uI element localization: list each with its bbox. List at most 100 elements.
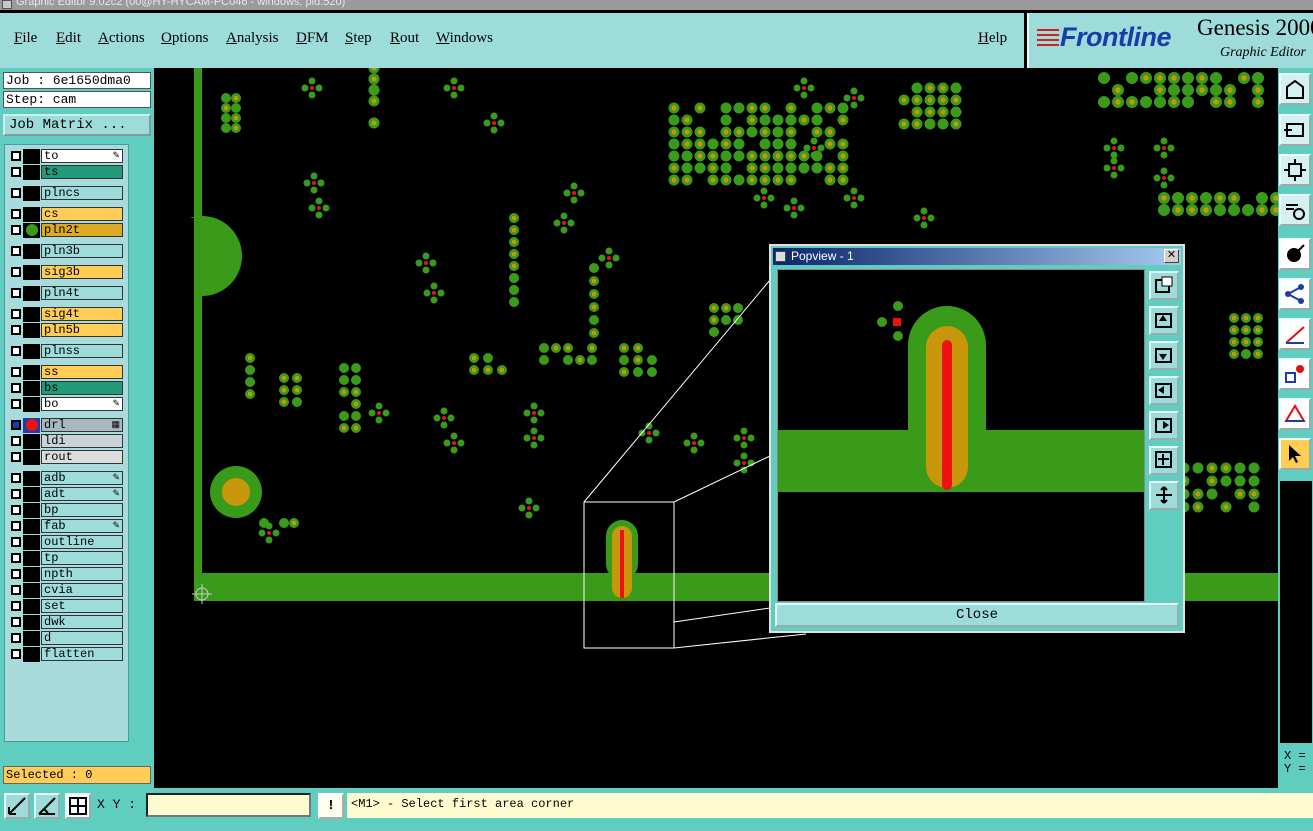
layer-color-swatch[interactable] (23, 471, 40, 486)
layer-color-swatch[interactable] (23, 397, 40, 412)
tool-line-button[interactable] (1279, 318, 1311, 350)
layer-row[interactable]: pln3b (5, 244, 128, 259)
layer-checkbox[interactable] (11, 585, 21, 595)
layer-name[interactable]: plncs (41, 186, 123, 200)
layer-checkbox[interactable] (11, 325, 21, 335)
layer-color-swatch[interactable] (23, 244, 40, 259)
layer-checkbox[interactable] (11, 436, 21, 446)
layer-row[interactable]: bp (5, 503, 128, 518)
layer-color-swatch[interactable] (23, 434, 40, 449)
layer-name[interactable]: rout (41, 450, 123, 464)
menu-actions[interactable]: Actions (98, 30, 145, 47)
layer-name[interactable]: npth (41, 567, 123, 581)
layer-row[interactable]: outline (5, 535, 128, 550)
layer-row[interactable]: bo ✎ (5, 397, 128, 412)
layer-name[interactable]: pln3b (41, 244, 123, 258)
layer-color-swatch[interactable] (23, 551, 40, 566)
layer-name[interactable]: bs (41, 381, 123, 395)
tool-home-button[interactable] (1279, 73, 1311, 105)
menu-analysis[interactable]: Analysis (226, 30, 279, 47)
layer-name[interactable]: ss (41, 365, 123, 379)
tool-measure-button[interactable] (1279, 194, 1311, 226)
zoom-area-button[interactable] (4, 793, 30, 819)
popview-zoom-in-button[interactable] (1149, 446, 1179, 475)
layer-name[interactable]: drl ▦ (41, 418, 123, 432)
tool-select-button[interactable] (1279, 438, 1311, 470)
layer-checkbox[interactable] (11, 151, 21, 161)
layer-color-swatch[interactable] (23, 487, 40, 502)
layer-checkbox[interactable] (11, 399, 21, 409)
layer-name[interactable]: bp (41, 503, 123, 517)
popview-title-bar[interactable]: Popview - 1 ✕ (773, 248, 1181, 265)
menu-options[interactable]: Options (161, 30, 209, 47)
layer-checkbox[interactable] (11, 267, 21, 277)
layer-color-swatch[interactable] (23, 265, 40, 280)
popview-pan-right-button[interactable] (1149, 411, 1179, 440)
layer-row[interactable]: drl ▦ (5, 418, 128, 433)
layer-color-swatch[interactable] (23, 418, 40, 433)
close-icon[interactable]: ✕ (1164, 249, 1179, 263)
layer-name[interactable]: dwk (41, 615, 123, 629)
layer-name[interactable]: sig4t (41, 307, 123, 321)
job-matrix-button[interactable]: Job Matrix ... (3, 114, 151, 136)
tool-layer-button[interactable] (1279, 114, 1311, 146)
layer-checkbox[interactable] (11, 167, 21, 177)
layer-checkbox[interactable] (11, 649, 21, 659)
layer-color-swatch[interactable] (23, 286, 40, 301)
layer-color-swatch[interactable] (23, 223, 40, 238)
layer-name[interactable]: ts (41, 165, 123, 179)
layer-row[interactable]: ss (5, 365, 128, 380)
layer-color-swatch[interactable] (23, 307, 40, 322)
layer-row[interactable]: d (5, 631, 128, 646)
layer-row[interactable]: sig3b (5, 265, 128, 280)
popview-canvas[interactable] (777, 269, 1145, 602)
layer-row[interactable]: cs (5, 207, 128, 222)
layer-checkbox[interactable] (11, 473, 21, 483)
layer-checkbox[interactable] (11, 537, 21, 547)
tool-angle-button[interactable] (1279, 398, 1311, 430)
layer-name[interactable]: tp (41, 551, 123, 565)
layer-name[interactable]: outline (41, 535, 123, 549)
layer-checkbox[interactable] (11, 246, 21, 256)
layer-row[interactable]: set (5, 599, 128, 614)
tool-snap-button[interactable] (1279, 358, 1311, 390)
layer-row[interactable]: cvia (5, 583, 128, 598)
tool-net-button[interactable] (1279, 278, 1311, 310)
popview-zoom-fit-button[interactable] (1149, 271, 1179, 300)
layer-row[interactable]: npth (5, 567, 128, 582)
layer-color-swatch[interactable] (23, 503, 40, 518)
layer-row[interactable]: adb ✎ (5, 471, 128, 486)
layer-checkbox[interactable] (11, 521, 21, 531)
layer-color-swatch[interactable] (23, 186, 40, 201)
layer-row[interactable]: ts (5, 165, 128, 180)
layer-row[interactable]: pln5b (5, 323, 128, 338)
layer-name[interactable]: to ✎ (41, 149, 123, 163)
layer-checkbox[interactable] (11, 383, 21, 393)
menu-help[interactable]: Help (978, 30, 1007, 47)
layer-color-swatch[interactable] (23, 647, 40, 662)
xy-input[interactable] (146, 793, 311, 817)
layer-row[interactable]: ldi (5, 434, 128, 449)
popview-zoom-out-button[interactable] (1149, 481, 1179, 510)
layer-checkbox[interactable] (11, 489, 21, 499)
message-button[interactable]: ! (318, 793, 344, 819)
layer-color-swatch[interactable] (23, 631, 40, 646)
menu-step[interactable]: Step (345, 30, 372, 47)
layer-row[interactable]: adt ✎ (5, 487, 128, 502)
layer-color-swatch[interactable] (23, 535, 40, 550)
layer-checkbox[interactable] (11, 225, 21, 235)
layer-checkbox[interactable] (11, 367, 21, 377)
menu-edit[interactable]: Edit (56, 30, 81, 47)
layer-checkbox[interactable] (11, 553, 21, 563)
layer-checkbox[interactable] (11, 209, 21, 219)
layer-name[interactable]: cs (41, 207, 123, 221)
layer-checkbox[interactable] (11, 346, 21, 356)
layer-name[interactable]: cvia (41, 583, 123, 597)
layer-name[interactable]: plnss (41, 344, 123, 358)
layer-color-swatch[interactable] (23, 207, 40, 222)
layer-checkbox[interactable] (11, 188, 21, 198)
layer-row[interactable]: sig4t (5, 307, 128, 322)
layer-name[interactable]: d (41, 631, 123, 645)
layer-row[interactable]: plnss (5, 344, 128, 359)
layer-checkbox[interactable] (11, 288, 21, 298)
